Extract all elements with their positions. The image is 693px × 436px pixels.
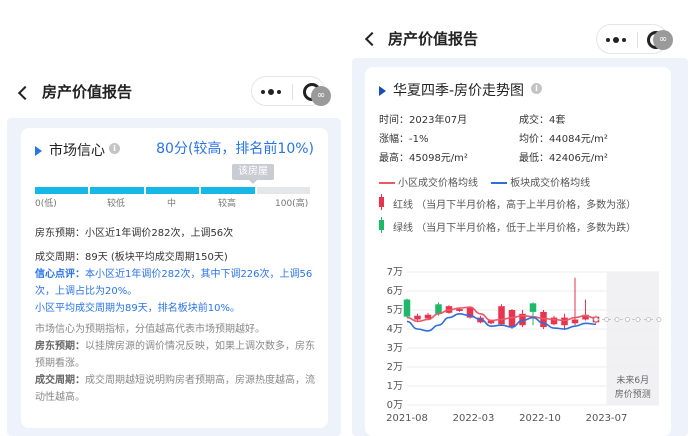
- current-house-tag-pointer: [249, 180, 257, 184]
- candle-body: [456, 309, 463, 311]
- candle-body: [414, 315, 421, 320]
- note-definition: 市场信心为预期指标，分值越高代表市场预期越好。: [35, 324, 265, 335]
- forecast-point: [625, 317, 630, 322]
- right-nav-bar: 房产价值报告 ∞: [350, 18, 693, 58]
- legend-block: 板块成交价格均线: [510, 178, 591, 189]
- price-trend-card: 华夏四季-房价走势图 i 时间：2023年07月 成交：4套 涨幅：-1% 均价…: [365, 67, 671, 436]
- scale-label-mid: 中: [167, 199, 177, 209]
- scale-label-low: 0(低): [35, 199, 57, 209]
- legend-community: 小区成交价格均线: [398, 178, 478, 189]
- y-tick-label: 2万: [387, 362, 403, 373]
- level-segment: [256, 187, 311, 194]
- y-tick-label: 1万: [387, 381, 403, 392]
- candle-body: [403, 299, 411, 317]
- more-dots-icon[interactable]: [261, 89, 281, 95]
- confidence-scale-labels: 0(低) 较低 中 较高 100(高): [35, 196, 310, 210]
- confidence-notes: 市场信心为预期指标，分值越高代表市场预期越好。 房东预期：以挂牌房源的调价情况反…: [35, 321, 317, 406]
- level-segment: [90, 187, 144, 194]
- community-line-swatch: [379, 182, 395, 184]
- candle-body: [561, 317, 568, 326]
- comment-label: 信心点评：: [35, 269, 85, 280]
- red-candle-icon: [379, 194, 384, 210]
- stat-change: 涨幅：-1%: [379, 134, 429, 145]
- report-panel: 市场信心 i 80分(较高，排名前10%) 该房屋 0(低) 较低 中 较高 1…: [7, 118, 341, 436]
- section-marker-icon: [35, 146, 42, 156]
- left-phone-screen: 房产价值报告 ∞ 市场信心 i 80分(较高，排名前10%) 该房屋 0(低): [0, 64, 342, 436]
- report-panel: 华夏四季-房价走势图 i 时间：2023年07月 成交：4套 涨幅：-1% 均价…: [352, 58, 688, 436]
- candle-body: [424, 314, 432, 319]
- left-nav-bar: 房产价值报告 ∞: [0, 64, 342, 120]
- y-tick-label: 4万: [387, 324, 403, 335]
- page-title: 房产价值报告: [388, 30, 479, 48]
- forecast-label-2: 房价预测: [615, 388, 651, 400]
- capsule-divider: [292, 84, 293, 100]
- y-tick-label: 3万: [387, 343, 403, 354]
- more-dots-icon[interactable]: [606, 37, 626, 43]
- back-chevron-icon[interactable]: [364, 31, 380, 47]
- comment-text-2: 小区平均成交周期为89天，排名板块前10%。: [35, 303, 240, 314]
- scale-label-high: 100(高): [275, 199, 309, 209]
- x-tick-label: 2021-08: [386, 413, 428, 424]
- stat-time: 时间：2023年07月: [379, 115, 468, 126]
- legend-red: 红线 （当月下半月价格，高于上半月价格，多数为涨）: [379, 194, 637, 211]
- forecast-point: [646, 317, 651, 322]
- legend-green: 绿线 （当月下半月价格，低于上半月价格，多数为跌）: [379, 217, 637, 234]
- note-label: 成交周期：: [35, 375, 85, 386]
- legend-lines: 小区成交价格均线 板块成交价格均线: [379, 174, 590, 189]
- x-tick-label: 2022-03: [453, 413, 495, 424]
- deal-cycle-row: 成交周期：89天 (板块平均成交周期150天): [35, 252, 228, 263]
- info-icon[interactable]: i: [531, 83, 542, 94]
- y-tick-label: 7万: [387, 267, 403, 278]
- y-tick-label: 6万: [387, 286, 403, 297]
- forecast-point: [635, 317, 641, 322]
- level-segment: [35, 187, 89, 194]
- section-marker-icon: [379, 86, 386, 96]
- market-confidence-title: 市场信心: [49, 143, 105, 159]
- share-badge-icon[interactable]: ∞: [311, 86, 331, 106]
- price-trend-chart: 0万 1万 2万 3万 4万 5万 6万 7万 2021-08 2022-03 2022-10 202…: [386, 267, 662, 424]
- landlord-expectation-row: 房东预期：小区近1年调价282次，上调56次: [35, 228, 234, 239]
- forecast-label-1: 未来6月: [616, 374, 649, 386]
- x-tick-label: 2022-10: [519, 413, 561, 424]
- forecast-point: [604, 317, 609, 322]
- stat-low: 最低：42406元/m²: [519, 153, 608, 164]
- scale-label-higher: 较高: [218, 199, 237, 209]
- candle-body: [540, 311, 547, 328]
- stat-deals: 成交：4套: [519, 115, 566, 126]
- scale-label-lower: 较低: [107, 199, 126, 209]
- confidence-comment: 信心点评：本小区近1年调价282次，其中下调226次，上调56次，上调占比为20…: [35, 266, 317, 317]
- price-trend-title: 华夏四季-房价走势图: [393, 83, 525, 99]
- back-chevron-icon[interactable]: [17, 85, 33, 101]
- legend-green-text: 绿线 （当月下半月价格，低于上半月价格，多数为跌）: [393, 223, 637, 234]
- green-candle-icon: [379, 217, 384, 233]
- block-line-swatch: [491, 182, 508, 184]
- candle-body: [498, 306, 505, 325]
- candle-body: [571, 319, 579, 324]
- x-tick-label: 2023-07: [586, 413, 628, 424]
- stat-high: 最高：45098元/m²: [379, 153, 468, 164]
- level-segment: [145, 187, 200, 194]
- forecast-point: [614, 317, 620, 322]
- current-house-tag: 该房屋: [232, 164, 274, 180]
- stat-average: 均价：44084元/m²: [519, 134, 608, 145]
- forecast-point: [593, 317, 599, 322]
- candle-body: [435, 304, 442, 314]
- market-confidence-score: 80分(较高，排名前10%): [156, 141, 314, 157]
- level-segment: [201, 187, 255, 194]
- forecast-point: [656, 317, 662, 322]
- right-phone-screen: 房产价值报告 ∞ 华夏四季-房价走势图 i 时间：2023年07月 成交：4套 …: [350, 0, 693, 436]
- candle-body: [529, 303, 537, 312]
- y-tick-label: 5万: [387, 305, 403, 316]
- share-badge-icon[interactable]: ∞: [653, 30, 673, 50]
- candle-body: [550, 317, 558, 325]
- confidence-level-bar: [35, 187, 311, 194]
- market-confidence-card: 市场信心 i 80分(较高，排名前10%) 该房屋 0(低) 较低 中 较高 1…: [21, 128, 328, 428]
- capsule-divider: [637, 32, 638, 48]
- note-label: 房东预期：: [35, 341, 85, 352]
- y-tick-label: 0万: [387, 400, 403, 411]
- page-title: 房产价值报告: [42, 83, 133, 101]
- legend-red-text: 红线 （当月下半月价格，高于上半月价格，多数为涨）: [393, 200, 637, 211]
- info-icon[interactable]: i: [109, 143, 120, 154]
